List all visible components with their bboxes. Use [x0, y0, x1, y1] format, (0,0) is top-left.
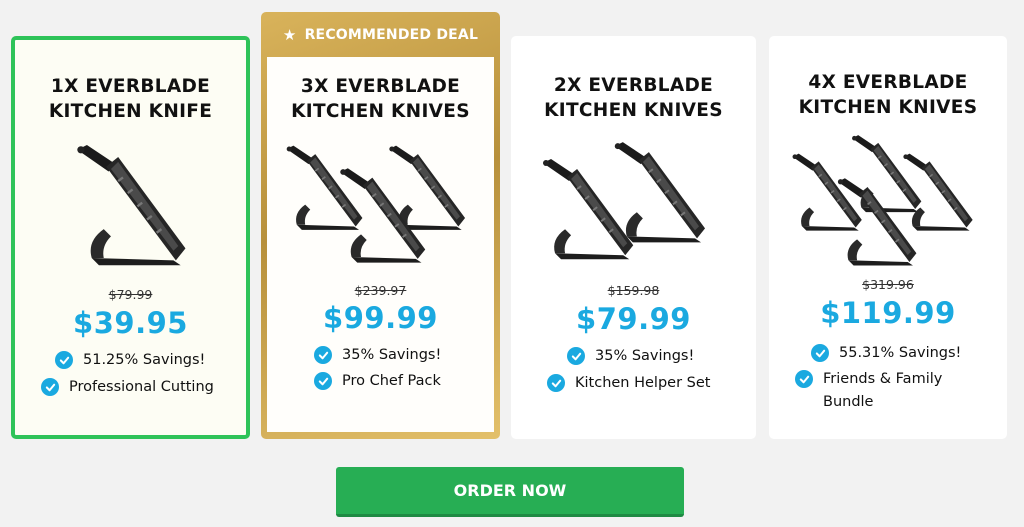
- package-card-4x[interactable]: 4X EVERBLADE KITCHEN KNIVES $319.96 $119…: [769, 36, 1007, 439]
- package-card-1x[interactable]: 1X EVERBLADE KITCHEN KNIFE $79.99 $39.95…: [11, 36, 250, 439]
- old-price: $159.98: [607, 283, 660, 298]
- checkmark-icon: [811, 344, 829, 362]
- feature-item: 51.25% Savings!: [55, 349, 205, 372]
- old-price: $319.96: [862, 277, 914, 292]
- knife-product-image: [76, 145, 187, 267]
- package-card-2x[interactable]: 2X EVERBLADE KITCHEN KNIVES $159.98 $79.…: [511, 36, 756, 439]
- checkmark-icon: [41, 378, 59, 396]
- current-price: $39.95: [73, 306, 188, 340]
- order-now-button[interactable]: ORDER NOW: [336, 467, 684, 517]
- package-title: 3X EVERBLADE KITCHEN KNIVES: [291, 76, 470, 122]
- old-price: $79.99: [108, 287, 153, 302]
- checkmark-icon: [314, 372, 332, 390]
- checkmark-icon: [547, 374, 565, 392]
- star-icon: ★: [282, 25, 297, 44]
- knife-product-image: [285, 145, 466, 264]
- package-title: 1X EVERBLADE KITCHEN KNIFE: [48, 76, 213, 122]
- checkmark-icon: [55, 351, 73, 369]
- feature-item: 35% Savings!: [567, 345, 694, 368]
- recommended-badge: ★ RECOMMENDED DEAL: [282, 25, 479, 44]
- current-price: $119.99: [820, 296, 956, 330]
- feature-item: Kitchen Helper Set: [547, 372, 710, 395]
- feature-item: 55.31% Savings!: [811, 342, 961, 365]
- feature-item: Professional Cutting: [41, 376, 214, 399]
- feature-item: 35% Savings!: [314, 344, 441, 367]
- feature-text-line: Bundle: [823, 394, 874, 410]
- feature-text-line: Friends & Family: [823, 371, 943, 387]
- package-title: 2X EVERBLADE KITCHEN KNIVES: [544, 75, 723, 121]
- knife-product-image: [542, 141, 707, 261]
- old-price: $239.97: [354, 283, 407, 298]
- current-price: $99.99: [323, 301, 438, 335]
- current-price: $79.99: [576, 302, 691, 336]
- checkmark-icon: [567, 347, 585, 365]
- package-title: 4X EVERBLADE KITCHEN KNIVES: [798, 72, 978, 118]
- checkmark-icon: [314, 346, 332, 364]
- checkmark-icon: [795, 370, 813, 388]
- package-card-3x[interactable]: ★ RECOMMENDED DEAL 3X EVERBLADE KITCHEN …: [261, 12, 500, 439]
- feature-item: Pro Chef Pack: [314, 370, 441, 393]
- feature-item: Friends & Family Bundle: [795, 368, 942, 414]
- knife-product-image: [791, 134, 974, 267]
